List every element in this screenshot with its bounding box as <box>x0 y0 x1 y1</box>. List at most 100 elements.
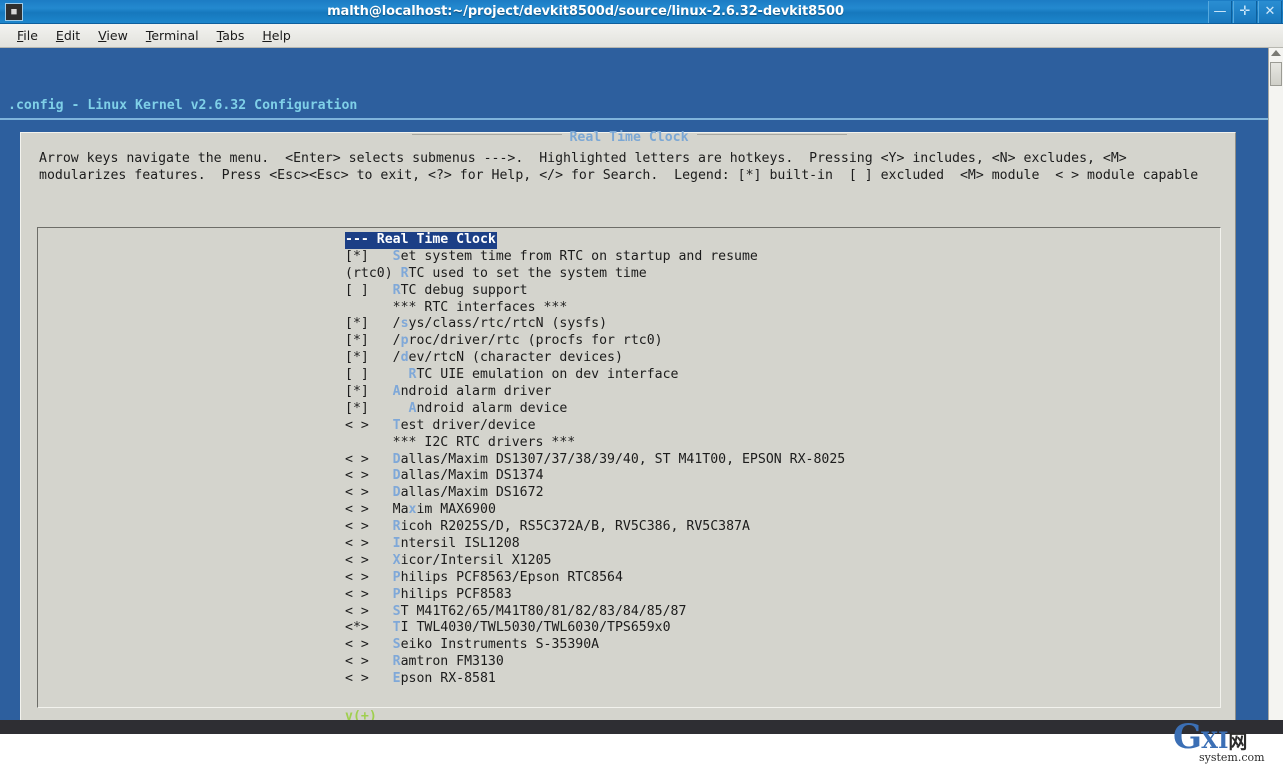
menu-row-label: TC UIE emulation on dev interface <box>416 367 679 383</box>
menu-row[interactable]: < > Test driver/device <box>345 418 845 435</box>
menu-label: erminal <box>151 28 199 43</box>
terminal-scrollbar[interactable] <box>1268 48 1283 720</box>
menu-row-hotkey: X <box>392 552 401 568</box>
menu-row[interactable]: [ ] RTC debug support <box>345 283 845 300</box>
menu-row-marker: [ ] <box>345 282 393 298</box>
menu-row[interactable]: < > Epson RX-8581 <box>345 671 845 688</box>
menu-row-label: roc/driver/rtc (procfs for rtc0) <box>408 333 663 349</box>
close-button[interactable]: ✕ <box>1258 0 1282 23</box>
menu-row[interactable]: < > Seiko Instruments S-35390A <box>345 637 845 654</box>
menu-row-label: ntersil ISL1208 <box>400 536 520 552</box>
menu-row[interactable]: < > Dallas/Maxim DS1672 <box>345 485 845 502</box>
minimize-button[interactable]: — <box>1208 0 1232 23</box>
window-title: malth@localhost:~/project/devkit8500d/so… <box>327 4 844 19</box>
menu-label: ile <box>23 28 38 43</box>
menu-row-label: T M41T62/65/M41T80/81/82/83/84/85/87 <box>400 603 687 619</box>
menu-row-label: TC used to set the system time <box>408 265 647 281</box>
menu-row[interactable]: [*] /proc/driver/rtc (procfs for rtc0) <box>345 333 845 350</box>
menu-row-marker: < > <box>345 417 393 433</box>
menu-row-label: I TWL4030/TWL5030/TWL6030/TPS659x0 <box>400 620 671 636</box>
menu-row-hotkey: R <box>392 519 401 535</box>
menu-row-hotkey: P <box>392 586 401 602</box>
menu-row-selected[interactable]: --- Real Time Clock <box>345 232 497 249</box>
menu-row-marker: < > <box>345 569 393 585</box>
window-titlebar: ■ malth@localhost:~/project/devkit8500d/… <box>0 0 1283 24</box>
maximize-button[interactable]: ✛ <box>1233 0 1257 23</box>
menu-row-label: ys/class/rtc/rtcN (sysfs) <box>408 316 608 332</box>
menu-row-hotkey: D <box>392 451 401 467</box>
menu-row[interactable]: < > Xicor/Intersil X1205 <box>345 553 845 570</box>
menu-row[interactable]: [*] Android alarm driver <box>345 384 845 401</box>
menu-row-comment: *** RTC interfaces *** <box>345 299 568 315</box>
menu-row[interactable]: < > Maxim MAX6900 <box>345 502 845 519</box>
menubar: File Edit View Terminal Tabs Help <box>0 24 1283 48</box>
menu-row-hotkey: d <box>400 350 409 366</box>
desktop: ■ malth@localhost:~/project/devkit8500d/… <box>0 0 1283 766</box>
menu-row-marker: [*] <box>345 248 393 264</box>
menu-row[interactable]: < > Ricoh R2025S/D, RS5C372A/B, RV5C386,… <box>345 519 845 536</box>
menu-row[interactable]: [ ] RTC UIE emulation on dev interface <box>345 367 845 384</box>
menu-row-hotkey: D <box>392 485 401 501</box>
menu-row-marker: < > <box>345 485 393 501</box>
menu-row-hotkey: I <box>392 536 401 552</box>
menu-row-marker: < > <box>345 468 393 484</box>
menu-row-marker: < > <box>345 603 393 619</box>
menu-listbox[interactable]: --- Real Time Clock [*] Set system time f… <box>37 227 1221 720</box>
menu-item-help[interactable]: Help <box>253 26 300 45</box>
menu-row[interactable]: < > Intersil ISL1208 <box>345 536 845 553</box>
menu-row-label: est driver/device <box>400 417 536 433</box>
header-rule <box>0 118 1268 120</box>
menu-row-label: amtron FM3130 <box>400 654 504 670</box>
menu-row-marker: [*] <box>345 384 393 400</box>
menu-row-hotkey: R <box>400 265 409 281</box>
menu-row[interactable]: < > Dallas/Maxim DS1374 <box>345 468 845 485</box>
terminal-content: .config - Linux Kernel v2.6.32 Configura… <box>0 48 1283 720</box>
menu-row-label: icor/Intersil X1205 <box>400 552 552 568</box>
menu-row-marker: < > <box>345 637 393 653</box>
menu-row-hotkey: A <box>392 384 401 400</box>
menu-mnemonic: H <box>262 28 272 43</box>
menu-row-marker: < > <box>345 586 393 602</box>
menu-item-file[interactable]: File <box>8 26 47 45</box>
menu-label: abs <box>222 28 245 43</box>
menu-row-label: hilips PCF8563/Epson RTC8564 <box>400 569 623 585</box>
menu-row-marker: (rtc0) <box>345 265 401 281</box>
scroll-up-arrow-icon[interactable] <box>1271 50 1281 56</box>
menu-row[interactable]: [*] /sys/class/rtc/rtcN (sysfs) <box>345 316 845 333</box>
menu-row-label: pson RX-8581 <box>400 671 496 687</box>
watermark-domain: system.com <box>1199 751 1265 764</box>
menu-row-hotkey: p <box>400 333 409 349</box>
menu-item-tabs[interactable]: Tabs <box>208 26 254 45</box>
menu-row-label: icoh R2025S/D, RS5C372A/B, RV5C386, RV5C… <box>400 519 750 535</box>
menu-row[interactable]: < > Dallas/Maxim DS1307/37/38/39/40, ST … <box>345 452 845 469</box>
menu-row[interactable]: --- Real Time Clock <box>345 232 845 249</box>
menu-row-label: im MAX6900 <box>416 502 496 518</box>
menu-item-view[interactable]: View <box>89 26 137 45</box>
scrollbar-thumb[interactable] <box>1270 62 1282 86</box>
menu-row[interactable]: [*] /dev/rtcN (character devices) <box>345 350 845 367</box>
menu-row-hotkey: s <box>400 316 409 332</box>
menu-row-hotkey: S <box>392 603 401 619</box>
menu-row-hotkey: S <box>392 637 401 653</box>
menu-row-marker: < > <box>345 654 393 670</box>
menu-row-hotkey: R <box>392 282 401 298</box>
menu-row[interactable]: <*> TI TWL4030/TWL5030/TWL6030/TPS659x0 <box>345 620 845 637</box>
menu-row[interactable]: < > Ramtron FM3130 <box>345 654 845 671</box>
menu-row[interactable]: (rtc0) RTC used to set the system time <box>345 266 845 283</box>
menu-row[interactable]: [*] Android alarm device <box>345 401 845 418</box>
menuconfig-header: .config - Linux Kernel v2.6.32 Configura… <box>8 98 358 113</box>
menu-item-terminal[interactable]: Terminal <box>137 26 208 45</box>
menu-row-marker: <*> <box>345 620 393 636</box>
menu-row-label: eiko Instruments S-35390A <box>400 637 600 653</box>
menu-row-hotkey: D <box>392 468 401 484</box>
menu-row[interactable]: < > Philips PCF8583 <box>345 587 845 604</box>
menu-list: --- Real Time Clock [*] Set system time f… <box>345 232 845 688</box>
menu-row[interactable]: < > Philips PCF8563/Epson RTC8564 <box>345 570 845 587</box>
menu-row[interactable]: [*] Set system time from RTC on startup … <box>345 249 845 266</box>
help-text-line-2: modularizes features. Press <Esc><Esc> t… <box>39 168 1199 183</box>
menu-item-edit[interactable]: Edit <box>47 26 89 45</box>
menu-row-label: allas/Maxim DS1307/37/38/39/40, ST M41T0… <box>400 451 846 467</box>
dialog-title-text: Real Time Clock <box>569 130 689 145</box>
scroll-down-indicator: v(+) <box>345 709 377 720</box>
menu-row[interactable]: < > ST M41T62/65/M41T80/81/82/83/84/85/8… <box>345 604 845 621</box>
